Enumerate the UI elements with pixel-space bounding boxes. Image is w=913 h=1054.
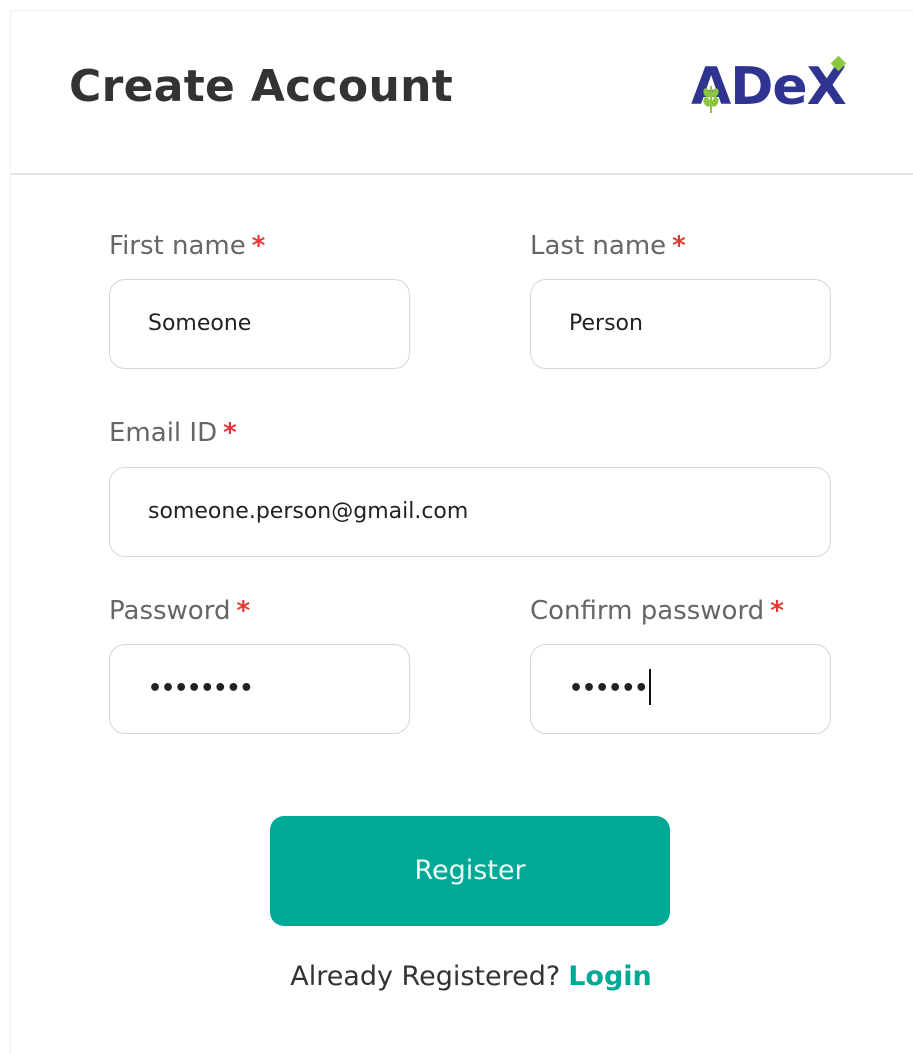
card-header: Create Account ADeX — [11, 11, 913, 175]
page-title: Create Account — [69, 61, 454, 112]
already-registered-text: Already Registered? — [290, 961, 561, 992]
confirm-password-label: Confirm password * — [530, 596, 784, 626]
confirm-password-label-text: Confirm password — [530, 596, 765, 626]
email-input[interactable]: someone.person@gmail.com — [109, 467, 831, 557]
password-label-text: Password — [109, 596, 231, 626]
register-button[interactable]: Register — [270, 816, 670, 926]
login-link[interactable]: Login — [568, 961, 652, 992]
confirm-password-masked-value: •••••• — [569, 676, 648, 701]
required-asterisk: * — [251, 231, 266, 261]
last-name-label: Last name * — [530, 231, 686, 261]
first-name-label: First name * — [109, 231, 265, 261]
text-caret — [649, 669, 652, 705]
email-label: Email ID * — [109, 418, 237, 448]
first-name-label-text: First name — [109, 231, 246, 261]
last-name-label-text: Last name — [530, 231, 667, 261]
required-asterisk: * — [236, 596, 251, 626]
first-name-input[interactable]: Someone — [109, 279, 410, 369]
wheat-leaf-icon — [703, 86, 719, 113]
confirm-password-value-wrap: •••••• — [569, 645, 652, 733]
last-name-input[interactable]: Person — [530, 279, 831, 369]
create-account-card: Create Account ADeX First name * Someone … — [10, 10, 913, 1054]
required-asterisk: * — [672, 231, 686, 261]
login-prompt: Already Registered? Login — [11, 961, 913, 992]
adex-logo: ADeX — [691, 55, 866, 126]
required-asterisk: * — [770, 596, 784, 626]
password-input[interactable]: •••••••• — [109, 644, 410, 734]
required-asterisk: * — [223, 418, 237, 448]
last-name-value: Person — [569, 311, 643, 336]
first-name-value: Someone — [148, 311, 252, 336]
password-label: Password * — [109, 596, 250, 626]
email-label-text: Email ID — [109, 418, 218, 448]
confirm-password-input[interactable]: •••••• — [530, 644, 831, 734]
password-masked-value: •••••••• — [148, 676, 253, 701]
email-value: someone.person@gmail.com — [148, 499, 469, 524]
